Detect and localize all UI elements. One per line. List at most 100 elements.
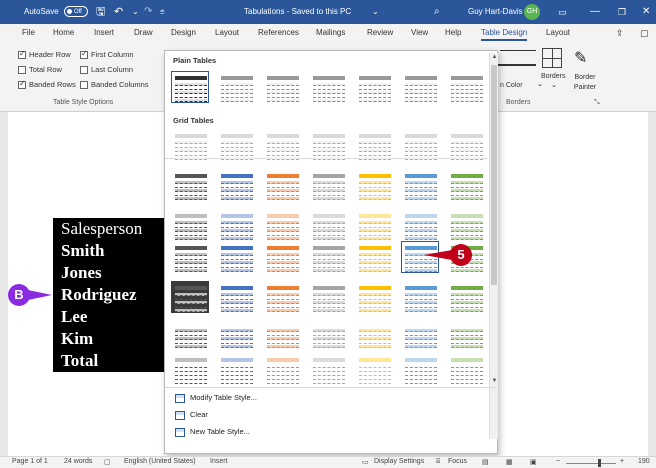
table-row[interactable]: Lee: [53, 306, 165, 328]
plain-table-style[interactable]: [217, 71, 255, 103]
last-column-option[interactable]: Last Column: [80, 65, 133, 75]
ribbon-display-options-icon[interactable]: ▭: [558, 0, 567, 24]
grid-table-style[interactable]: [217, 241, 255, 273]
grid-table-style[interactable]: [447, 129, 485, 161]
plain-table-style[interactable]: [355, 71, 393, 103]
grid-table-style[interactable]: [355, 281, 393, 313]
grid-table-style[interactable]: [447, 281, 485, 313]
insert-mode[interactable]: Insert: [210, 458, 228, 465]
autosave-control[interactable]: AutoSave Off: [24, 0, 88, 24]
restore-icon[interactable]: ❐: [618, 0, 626, 24]
grid-table-style[interactable]: [355, 241, 393, 273]
grid-table-style[interactable]: [309, 129, 347, 161]
grid-table-style[interactable]: [171, 129, 209, 161]
close-icon[interactable]: ✕: [642, 0, 650, 24]
banded-rows-option[interactable]: Banded Rows: [18, 79, 76, 90]
zoom-out-icon[interactable]: −: [556, 458, 560, 465]
word-count[interactable]: 24 words: [64, 458, 92, 465]
table-row[interactable]: Salesperson: [53, 218, 165, 240]
checkbox-checked-icon[interactable]: [18, 49, 26, 60]
tab-home[interactable]: Home: [53, 28, 74, 37]
grid-table-style[interactable]: [217, 317, 255, 349]
page-count[interactable]: Page 1 of 1: [12, 458, 48, 465]
grid-table-style[interactable]: [447, 209, 485, 241]
gallery-scrollbar[interactable]: ▲ ▼: [489, 53, 498, 439]
scroll-up-icon[interactable]: ▲: [490, 53, 499, 62]
save-icon[interactable]: 🖫: [96, 0, 105, 24]
grid-table-style[interactable]: [355, 129, 393, 161]
border-painter-icon[interactable]: ✎: [574, 48, 587, 68]
grid-table-style[interactable]: [401, 317, 439, 349]
table-row[interactable]: Rodriguez: [53, 284, 165, 306]
comments-icon[interactable]: ▢: [640, 28, 649, 39]
read-mode-icon[interactable]: ▤: [482, 458, 489, 466]
grid-table-style[interactable]: [309, 317, 347, 349]
display-settings[interactable]: Display Settings: [374, 458, 424, 465]
checkbox-checked-icon[interactable]: [80, 49, 88, 60]
grid-table-style[interactable]: [309, 169, 347, 201]
grid-table-style[interactable]: [401, 281, 439, 313]
checkbox-icon[interactable]: [80, 66, 88, 75]
tab-design[interactable]: Design: [171, 28, 196, 37]
grid-table-style[interactable]: [355, 317, 393, 349]
grid-table-style[interactable]: [217, 209, 255, 241]
plain-table-style[interactable]: [263, 71, 301, 103]
grid-table-style[interactable]: [309, 281, 347, 313]
minimize-icon[interactable]: —: [590, 0, 600, 24]
tab-insert[interactable]: Insert: [94, 28, 114, 37]
grid-table-style[interactable]: [171, 209, 209, 241]
share-icon[interactable]: ⇪: [616, 28, 624, 39]
grid-table-style[interactable]: [171, 281, 209, 313]
pen-color-button[interactable]: n Color: [500, 82, 523, 89]
tab-review[interactable]: Review: [367, 28, 393, 37]
tab-file[interactable]: File: [22, 28, 35, 37]
first-column-option[interactable]: First Column: [80, 49, 134, 60]
language[interactable]: English (United States): [124, 458, 196, 465]
tab-references[interactable]: References: [258, 28, 299, 37]
grid-table-style[interactable]: [355, 209, 393, 241]
focus-mode[interactable]: Focus: [448, 458, 467, 465]
grid-table-style[interactable]: [171, 241, 209, 273]
undo-dropdown-icon[interactable]: ⌄: [132, 0, 139, 24]
grid-table-style[interactable]: [263, 281, 301, 313]
grid-table-style[interactable]: [217, 281, 255, 313]
redo-icon[interactable]: ↷: [144, 0, 152, 24]
grid-table-style[interactable]: [263, 129, 301, 161]
grid-table-style[interactable]: [217, 353, 255, 385]
document-table[interactable]: Salesperson Smith Jones Rodriguez Lee Ki…: [53, 218, 165, 372]
grid-table-style[interactable]: [355, 353, 393, 385]
grid-table-style[interactable]: [263, 209, 301, 241]
user-avatar[interactable]: GH: [524, 0, 540, 24]
borders-button-label[interactable]: Borders: [541, 73, 566, 80]
grid-table-style[interactable]: [309, 353, 347, 385]
zoom-in-icon[interactable]: +: [620, 458, 624, 465]
plain-table-style[interactable]: [171, 71, 209, 103]
title-dropdown-icon[interactable]: ⌄: [372, 0, 379, 24]
print-layout-icon[interactable]: ▦: [506, 458, 513, 466]
table-row[interactable]: Jones: [53, 262, 165, 284]
autosave-toggle[interactable]: Off: [63, 6, 88, 18]
border-painter-label[interactable]: Border Painter: [571, 73, 599, 93]
zoom-slider[interactable]: [566, 463, 616, 464]
grid-table-style[interactable]: [263, 241, 301, 273]
search-icon[interactable]: ⌕: [434, 0, 440, 24]
undo-icon[interactable]: ↶: [114, 0, 123, 24]
tab-draw[interactable]: Draw: [134, 28, 153, 37]
table-row[interactable]: Total: [53, 350, 165, 372]
document-title[interactable]: Tabulations - Saved to this PC: [244, 0, 351, 24]
proofing-icon[interactable]: ▢: [104, 458, 111, 466]
grid-table-style[interactable]: [217, 129, 255, 161]
grid-table-style[interactable]: [263, 353, 301, 385]
checkbox-checked-icon[interactable]: [18, 79, 26, 90]
user-name[interactable]: Guy Hart-Davis: [468, 0, 523, 24]
grid-table-style[interactable]: [447, 169, 485, 201]
zoom-slider-thumb[interactable]: [598, 459, 601, 467]
grid-table-style[interactable]: [263, 317, 301, 349]
line-style-icon[interactable]: [500, 50, 536, 51]
total-row-option[interactable]: Total Row: [18, 65, 62, 75]
clear-style-item[interactable]: Clear: [175, 410, 208, 420]
modify-table-style-item[interactable]: Modify Table Style...: [175, 393, 257, 403]
customize-toolbar-icon[interactable]: ⩧: [160, 0, 165, 24]
tab-table-layout[interactable]: Layout: [546, 28, 570, 37]
grid-table-style[interactable]: [355, 169, 393, 201]
